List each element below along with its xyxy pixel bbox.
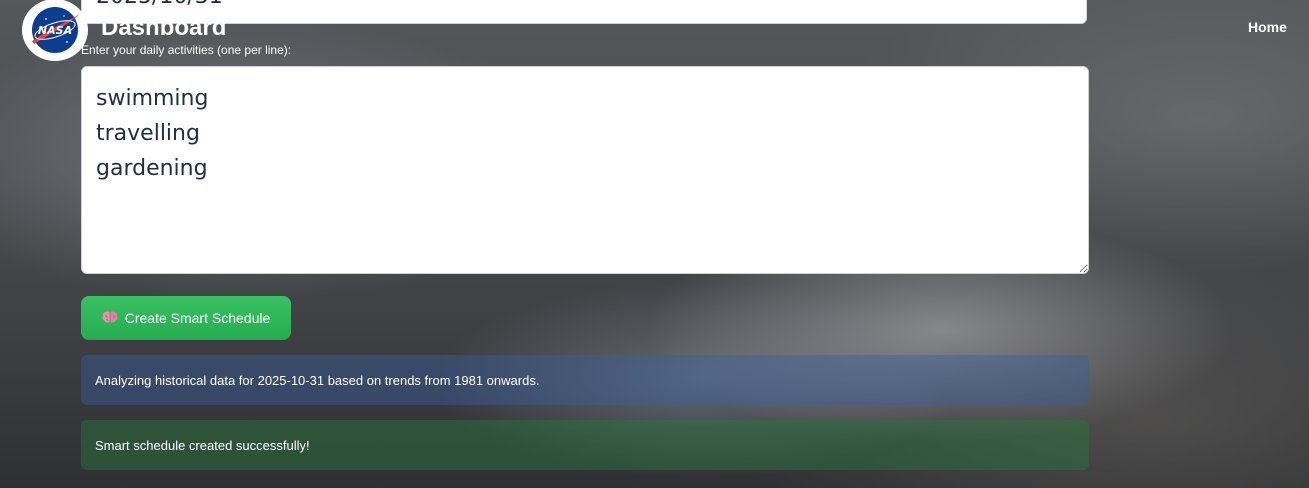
create-smart-schedule-button[interactable]: Create Smart Schedule <box>81 296 291 340</box>
nasa-meatball-icon: NASA <box>32 7 80 53</box>
info-alert-text: Analyzing historical data for 2025-10-31… <box>95 372 540 388</box>
create-button-label: Create Smart Schedule <box>124 310 271 326</box>
nav-home-link[interactable]: Home <box>1248 19 1287 35</box>
logo-text: NASA <box>38 24 72 37</box>
activities-label: Enter your daily activities (one per lin… <box>81 43 292 57</box>
success-alert-text: Smart schedule created successfully! <box>95 437 310 453</box>
brain-icon <box>102 310 118 327</box>
info-alert: Analyzing historical data for 2025-10-31… <box>81 355 1089 405</box>
success-alert: Smart schedule created successfully! <box>81 420 1089 470</box>
nasa-logo: NASA <box>22 0 88 61</box>
page-title: Dashboard <box>101 14 227 41</box>
activities-textarea[interactable]: swimming travelling gardening <box>81 66 1089 274</box>
date-input[interactable]: 2025/10/31 <box>81 0 1087 24</box>
